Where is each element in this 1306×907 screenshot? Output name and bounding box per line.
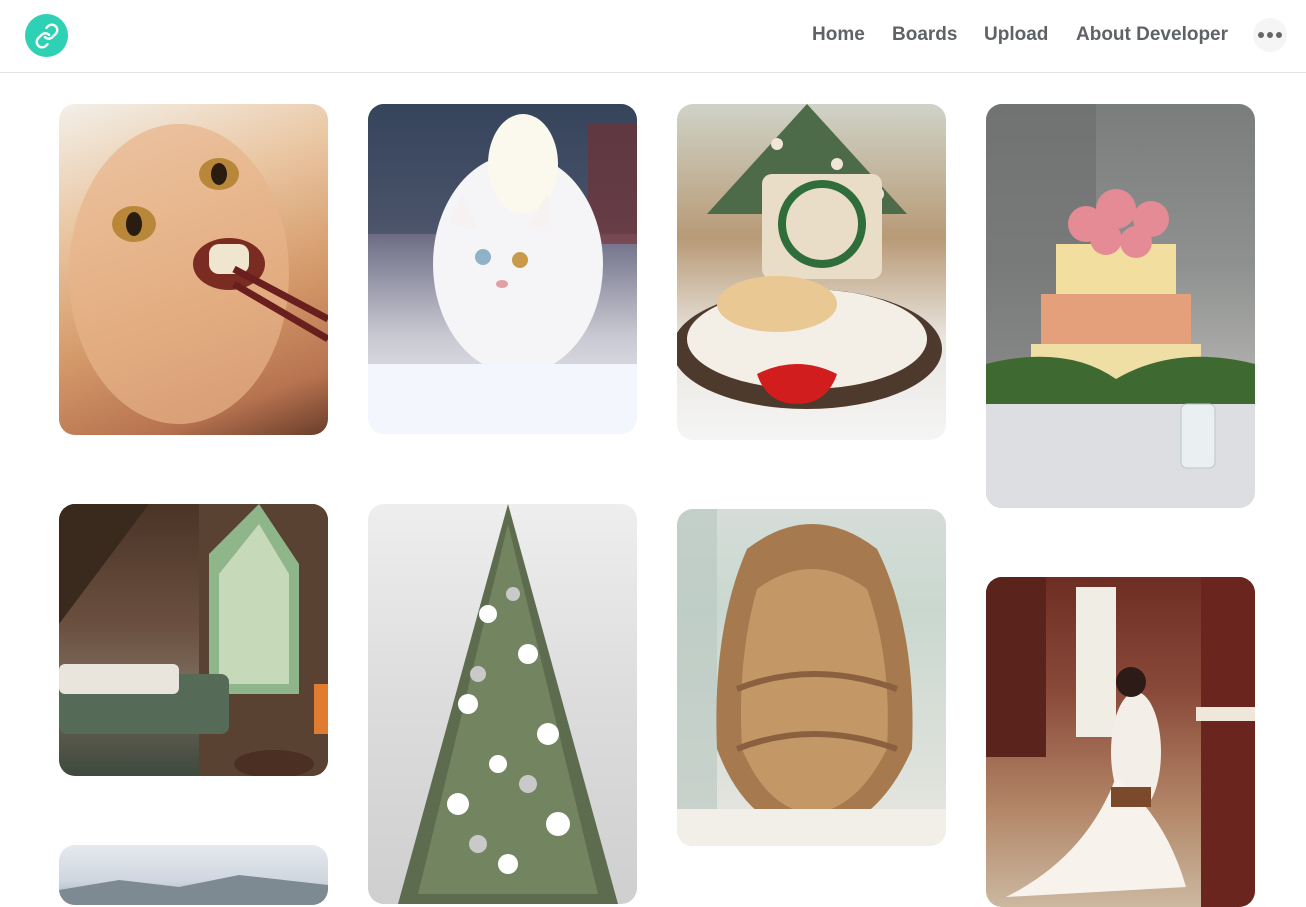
white-cat-snow-image — [368, 104, 637, 434]
nav-upload[interactable]: Upload — [984, 24, 1048, 46]
cat-eating-image — [69, 124, 328, 424]
more-dot — [1267, 32, 1273, 38]
more-options-button[interactable] — [1253, 18, 1287, 52]
pin-landscape[interactable] — [59, 845, 328, 905]
pin-rose-wedding-cake[interactable] — [986, 104, 1255, 508]
link-icon — [35, 22, 58, 49]
logo-button[interactable] — [25, 14, 68, 57]
more-dot — [1276, 32, 1282, 38]
wavy-hair-image — [677, 509, 946, 846]
nav-about-developer[interactable]: About Developer — [1076, 24, 1228, 46]
pin-white-cat-snow[interactable] — [368, 104, 637, 434]
pin-bride-dressing-room[interactable] — [986, 577, 1255, 907]
rose-wedding-cake-image — [986, 104, 1255, 508]
top-header: Home Boards Upload About Developer — [0, 0, 1306, 73]
pin-white-christmas-tree[interactable] — [368, 504, 637, 904]
landscape-image — [59, 875, 328, 905]
pin-attic-bedroom[interactable] — [59, 504, 328, 776]
pin-wavy-hair[interactable] — [677, 509, 946, 846]
nav-boards[interactable]: Boards — [892, 24, 957, 46]
more-horizontal-icon — [1258, 32, 1264, 38]
attic-bedroom-image — [59, 504, 328, 776]
puppy-christmas-basket-image — [677, 104, 942, 409]
nav-home[interactable]: Home — [812, 24, 865, 46]
pin-puppy-christmas-basket[interactable] — [677, 104, 946, 440]
pin-cat-eating[interactable] — [59, 104, 328, 435]
bride-dressing-room-image — [986, 577, 1255, 907]
white-christmas-tree-image — [398, 504, 618, 904]
